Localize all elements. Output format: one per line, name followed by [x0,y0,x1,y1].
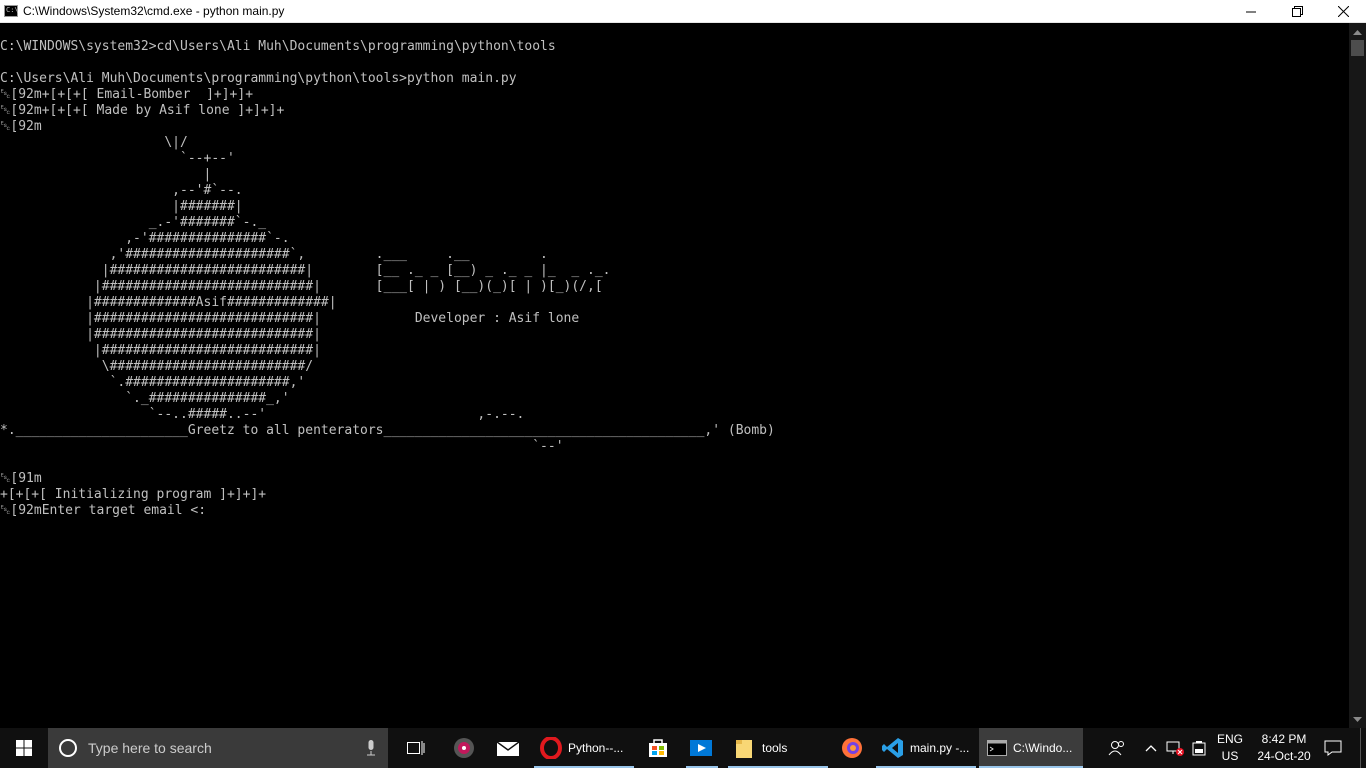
console-text: C:\WINDOWS\system32>cd\Users\Ali Muh\Doc… [0,39,775,519]
console-line: |#############Asif#############| [0,295,337,310]
close-icon [1337,6,1349,17]
chevron-down-icon [1353,716,1362,722]
console-line: `--' [0,439,564,454]
windows-logo-icon [16,740,32,756]
console-line: _.-'#######`-._ [0,215,267,230]
console-line: | [0,167,212,182]
console-line: C:\Users\Ali Muh\Documents\programming\p… [0,71,517,86]
console-line: |############################| [0,327,321,342]
notification-icon [1324,740,1342,756]
cmd-icon: C:\ [4,5,19,17]
close-button[interactable] [1320,0,1366,23]
taskbar-app-store[interactable] [638,728,678,768]
task-view-icon [407,741,425,755]
console-line: ,'#####################`, .___ .__ . [0,247,548,262]
show-hidden-icons-button[interactable] [1140,728,1162,768]
clock-date[interactable]: 24-Oct-20 [1252,749,1316,763]
console-line: ␛[92mEnter target email <: [0,503,207,518]
console-line: *.______________________Greetz to all pe… [0,423,775,438]
console-line: `--..#####..--' ,-.--. [0,407,525,422]
video-editor-icon [690,740,712,756]
taskbar-search-box[interactable]: Type here to search [48,728,388,768]
console-line: `--+--' [0,151,235,166]
mail-icon [497,741,519,756]
network-warning-icon [1166,741,1184,756]
taskbar-app-opera[interactable]: Python--... [534,728,634,768]
task-view-button[interactable] [396,728,436,768]
chevron-up-icon [1145,745,1157,752]
console-line: ,-'###############`-. [0,231,290,246]
people-button[interactable] [1100,728,1134,768]
folder-icon [736,740,752,758]
people-icon [1108,741,1124,756]
console-line: |###########################| [___[ | ) … [0,279,603,294]
taskbar-app-vscode[interactable]: main.py -... [876,728,976,768]
restore-button[interactable] [1274,0,1320,23]
firefox-icon [842,738,862,758]
minimize-icon [1246,11,1256,12]
console-line: ␛[92m+[+[+[ Made by Asif lone ]+]+]+ [0,103,285,118]
console-output[interactable]: C:\WINDOWS\system32>cd\Users\Ali Muh\Doc… [0,23,1349,728]
restore-icon [1291,6,1303,17]
search-icon [59,739,77,757]
console-line: C:\WINDOWS\system32>cd\Users\Ali Muh\Doc… [0,39,556,54]
taskbar-app-cmd[interactable]: C:\Windo... [979,728,1083,768]
window-titlebar[interactable]: C:\ C:\Windows\System32\cmd.exe - python… [0,0,1366,23]
groove-music-icon [454,738,474,758]
taskbar-app-label: tools [762,741,788,755]
cmd-icon [987,740,1007,756]
console-line: |#########################| [__ ._ _ [__… [0,263,611,278]
window-title: C:\Windows\System32\cmd.exe - python mai… [23,4,285,18]
console-line: `.#####################,' [0,375,306,390]
taskbar-app-label: C:\Windo... [1013,741,1073,755]
opera-icon [540,737,562,759]
console-scrollbar[interactable] [1349,23,1366,728]
console-line: ␛[92m+[+[+[ Email-Bomber ]+]+]+ [0,87,254,102]
clock-time[interactable]: 8:42 PM [1252,732,1316,746]
scroll-up-arrow[interactable] [1349,23,1366,40]
action-center-button[interactable] [1318,728,1348,768]
console-line: ␛[91m [0,471,42,486]
battery-icon [1192,741,1206,756]
minimize-button[interactable] [1228,0,1274,23]
console-line: +[+[+[ Initializing program ]+]+]+ [0,487,267,502]
console-line: \|/ [0,135,188,150]
console-line: ␛[92m [0,119,42,134]
console-line: ,--'#`--. [0,183,243,198]
show-desktop-button[interactable] [1360,728,1366,768]
chevron-up-icon [1353,29,1362,35]
taskbar-app-explorer[interactable]: tools [728,728,828,768]
network-status-button[interactable] [1164,728,1186,768]
battery-status-button[interactable] [1188,728,1210,768]
console-line: `._###############_,' [0,391,290,406]
search-placeholder: Type here to search [88,740,212,756]
taskbar-app-groove[interactable] [444,728,484,768]
taskbar-app-label: main.py -... [910,741,970,755]
taskbar-app-firefox[interactable] [832,728,872,768]
start-button[interactable] [0,728,48,768]
scroll-thumb[interactable] [1351,40,1364,56]
language-code[interactable]: ENG [1212,732,1248,746]
console-line: |#######| [0,199,243,214]
scroll-down-arrow[interactable] [1349,711,1366,728]
taskbar: Type here to search Python--... tools ma… [0,728,1366,768]
taskbar-app-label: Python--... [568,741,624,755]
store-icon [649,739,667,757]
microphone-icon[interactable] [366,740,376,756]
console-line: \#########################/ [0,359,314,374]
console-line: |###########################| [0,343,321,358]
keyboard-region[interactable]: US [1212,749,1248,763]
vscode-icon [882,738,903,758]
console-line: |############################| Developer… [0,311,580,326]
taskbar-app-video[interactable] [682,728,722,768]
taskbar-app-mail[interactable] [488,728,528,768]
